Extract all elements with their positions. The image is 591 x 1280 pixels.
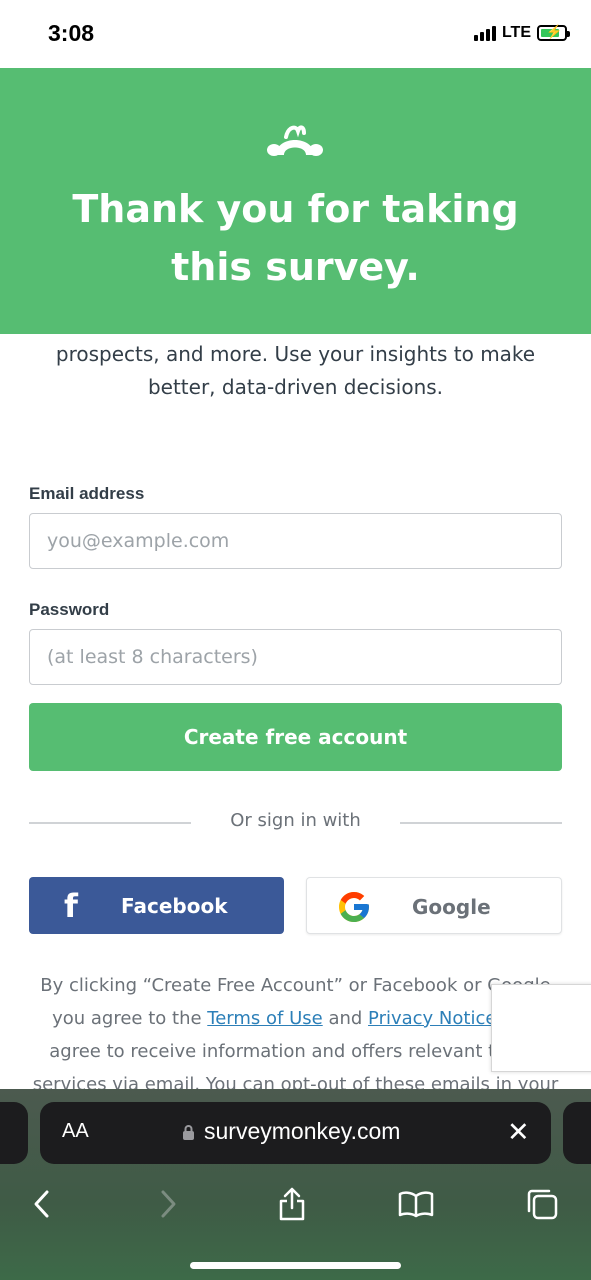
google-signin-button[interactable]: Google [306,877,562,934]
previous-tab-preview[interactable] [0,1102,28,1164]
next-tab-preview[interactable] [563,1102,591,1164]
divider-text: Or sign in with [230,810,361,831]
legal-text-part2: and [322,1008,369,1029]
google-icon [336,889,372,930]
network-label: LTE [501,24,531,41]
address-bar[interactable]: AA surveymonkey.com ✕ [40,1102,551,1164]
intro-text: prospects, and more. Use your insights t… [55,342,536,399]
home-indicator[interactable] [190,1262,401,1269]
browser-toolbar: AA surveymonkey.com ✕ [0,1089,591,1280]
surveymonkey-logo-icon [266,123,324,168]
status-indicators: LTE ⚡ [473,24,570,42]
facebook-icon: f [64,887,78,925]
back-icon[interactable] [21,1184,61,1224]
bookmarks-icon[interactable] [396,1184,436,1224]
signal-icon [473,25,496,41]
close-icon[interactable]: ✕ [507,1117,530,1148]
lock-icon [182,1124,195,1146]
email-field[interactable] [29,513,562,569]
share-icon[interactable] [272,1184,312,1224]
battery-icon: ⚡ [537,24,570,41]
thank-you-banner: Thank you for taking this survey. [0,68,591,334]
tabs-icon[interactable] [522,1184,562,1224]
password-field[interactable] [29,629,562,685]
password-label: Password [29,600,110,619]
text-size-button[interactable]: AA [62,1120,89,1143]
privacy-notice-link[interactable]: Privacy Notice [368,1008,496,1029]
status-bar: 3:08 LTE ⚡ [0,0,591,68]
google-label: Google [412,895,491,919]
facebook-signin-button[interactable]: f Facebook [29,877,284,934]
page-title: Thank you for taking this survey. [72,187,519,289]
terms-of-use-link[interactable]: Terms of Use [207,1008,322,1029]
email-label: Email address [29,484,145,503]
facebook-label: Facebook [121,894,228,918]
status-time: 3:08 [48,20,95,46]
legal-text: By clicking “Create Free Account” or Fac… [28,969,563,1101]
recaptcha-badge[interactable] [491,984,591,1072]
forward-icon[interactable] [149,1184,189,1224]
url-text: surveymonkey.com [204,1118,401,1144]
create-account-button[interactable]: Create free account [29,703,562,771]
